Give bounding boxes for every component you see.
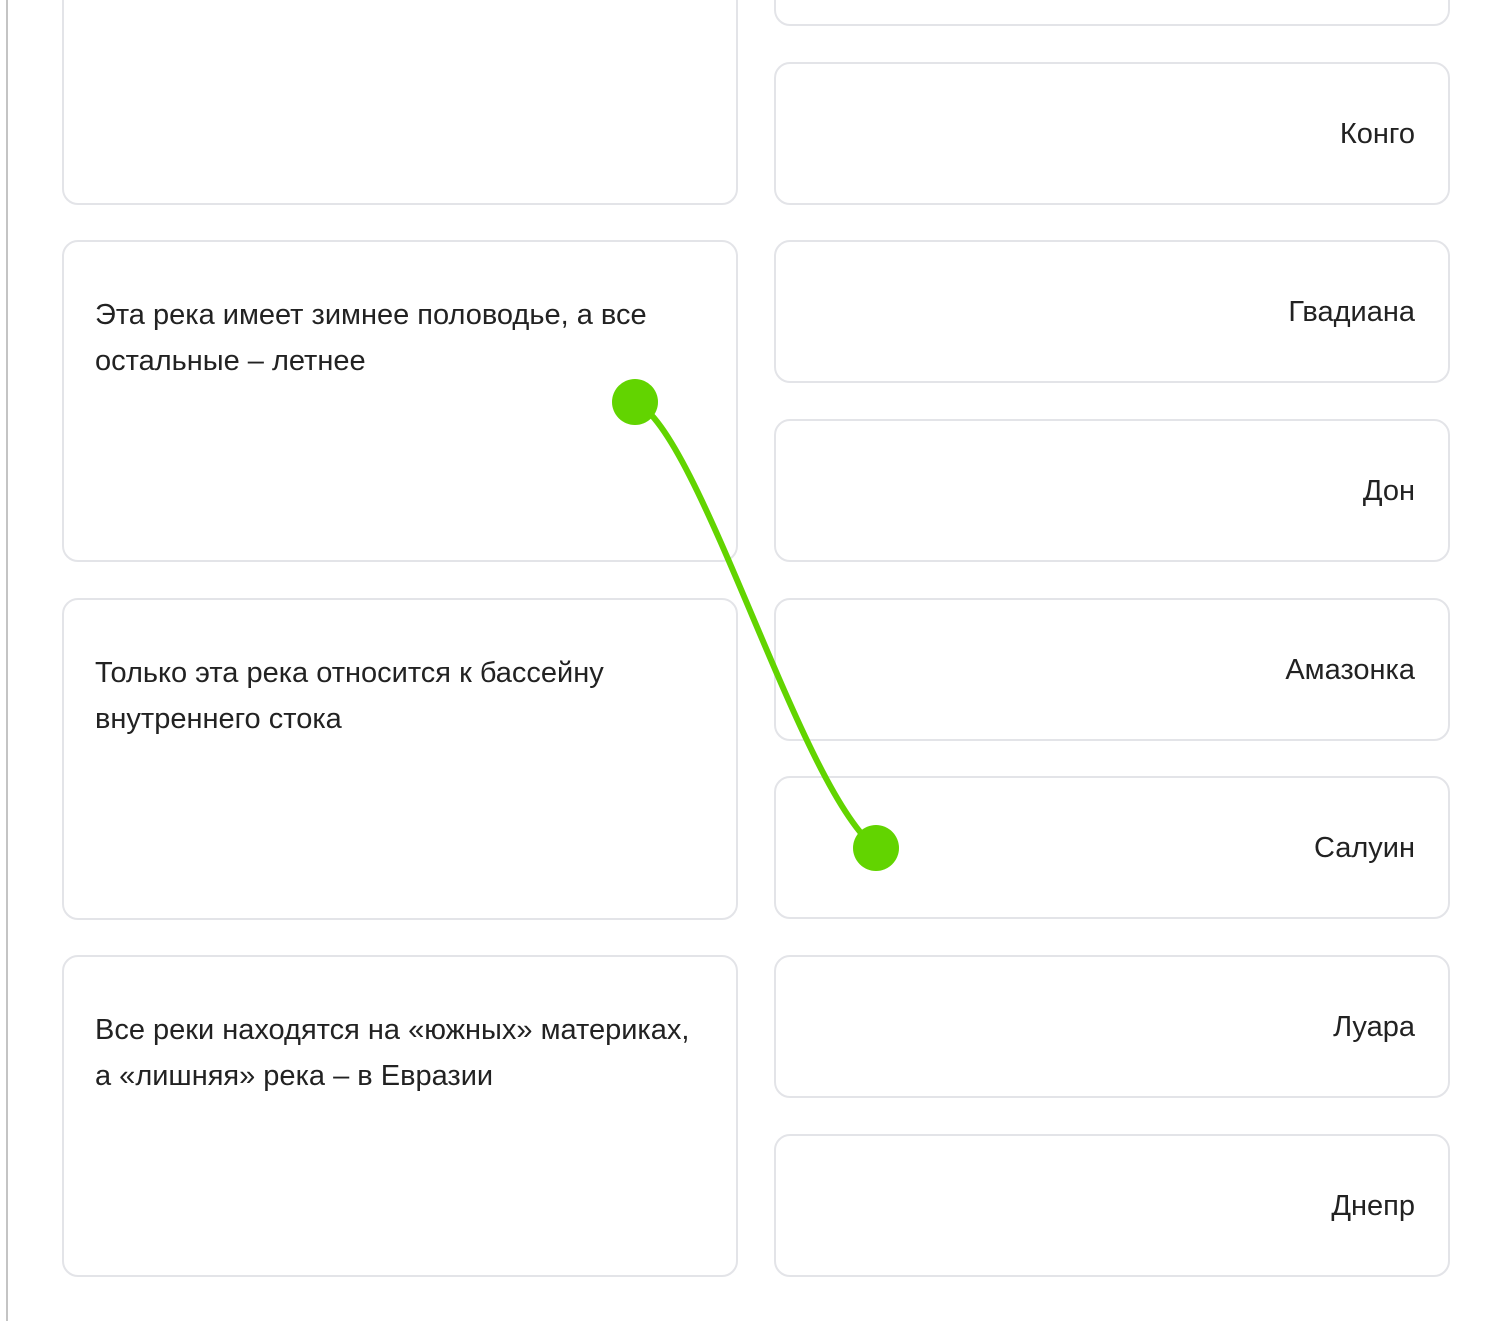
scroll-edge-rule bbox=[6, 0, 8, 1321]
statement-card-0[interactable] bbox=[62, 0, 738, 205]
statement-text: Все реки находятся на «южных» материках,… bbox=[95, 1014, 690, 1092]
river-card-don[interactable]: Дон bbox=[774, 419, 1450, 562]
river-label: Луара bbox=[1333, 1010, 1415, 1043]
statement-card-3[interactable]: Все реки находятся на «южных» материках,… bbox=[62, 955, 738, 1277]
statement-card-1[interactable]: Эта река имеет зимнее половодье, а все о… bbox=[62, 240, 738, 562]
statement-card-2[interactable]: Только эта река относится к бассейну вну… bbox=[62, 598, 738, 920]
river-label: Днепр bbox=[1331, 1189, 1415, 1222]
river-label: Гвадиана bbox=[1288, 295, 1415, 328]
river-label: Конго bbox=[1339, 117, 1415, 150]
river-card-0[interactable] bbox=[774, 0, 1450, 26]
river-label: Салуин bbox=[1313, 831, 1415, 864]
river-card-loire[interactable]: Луара bbox=[774, 955, 1450, 1098]
statement-text: Эта река имеет зимнее половодье, а все о… bbox=[95, 299, 647, 377]
river-card-dnieper[interactable]: Днепр bbox=[774, 1134, 1450, 1277]
river-label: Дон bbox=[1362, 474, 1415, 507]
river-card-salween[interactable]: Салуин bbox=[774, 776, 1450, 919]
river-card-guadiana[interactable]: Гвадиана bbox=[774, 240, 1450, 383]
river-label: Амазонка bbox=[1285, 653, 1415, 686]
river-card-congo[interactable]: Конго bbox=[774, 62, 1450, 205]
statement-text: Только эта река относится к бассейну вну… bbox=[95, 657, 604, 735]
river-card-amazon[interactable]: Амазонка bbox=[774, 598, 1450, 741]
